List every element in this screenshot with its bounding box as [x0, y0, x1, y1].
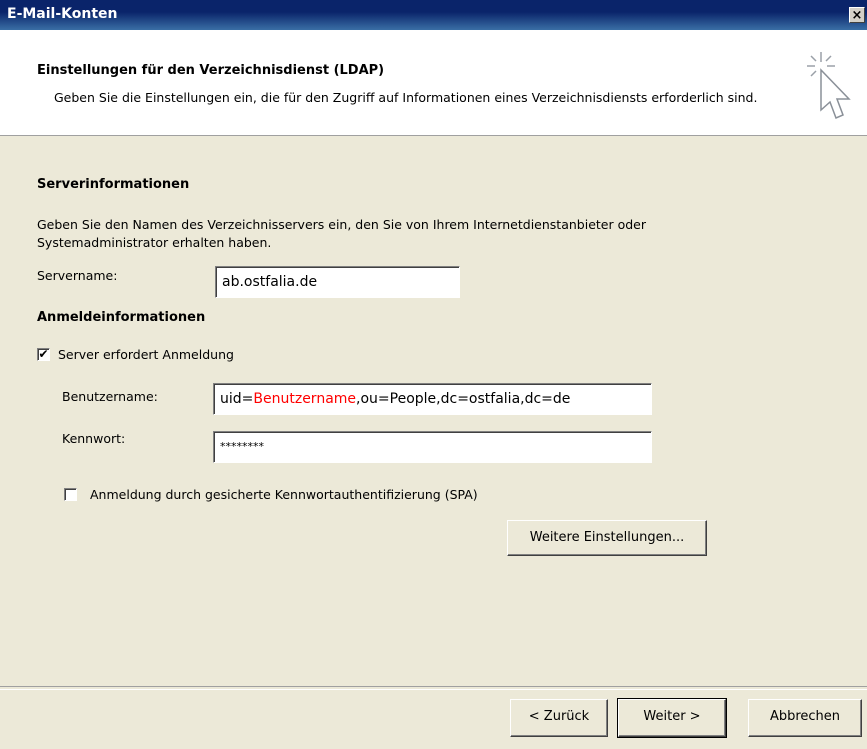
login-info-heading: Anmeldeinformationen [37, 310, 206, 325]
servername-label: Servername: [37, 268, 118, 283]
next-button[interactable]: Weiter > [617, 698, 727, 738]
password-label: Kennwort: [62, 431, 126, 446]
username-input[interactable]: uid=Benutzername,ou=People,dc=ostfalia,d… [213, 383, 652, 415]
server-info-description: Geben Sie den Namen des Verzeichnisserve… [37, 217, 647, 250]
close-button[interactable]: × [849, 7, 865, 23]
requires-login-checkbox[interactable]: ✔ [37, 348, 50, 361]
username-prefix: uid= [220, 391, 254, 407]
close-icon: × [851, 8, 863, 23]
username-highlight: Benutzername [253, 391, 357, 407]
back-button[interactable]: < Zurück [510, 699, 608, 737]
window-title: E-Mail-Konten [7, 6, 118, 22]
spa-label: Anmeldung durch gesicherte Kennwortauthe… [90, 487, 478, 502]
username-label: Benutzername: [62, 389, 158, 404]
footer-divider [0, 686, 867, 690]
cancel-button[interactable]: Abbrechen [748, 699, 862, 737]
dialog-header: Einstellungen für den Verzeichnisdienst … [0, 30, 867, 136]
header-title: Einstellungen für den Verzeichnisdienst … [37, 63, 385, 78]
requires-login-label: Server erfordert Anmeldung [58, 347, 234, 362]
cursor-sparkle-icon [807, 52, 851, 119]
spa-checkbox[interactable] [64, 488, 77, 501]
email-accounts-dialog: E-Mail-Konten × Einstellungen für den Ve… [0, 0, 867, 749]
server-info-heading: Serverinformationen [37, 177, 190, 192]
checkmark-icon: ✔ [38, 347, 49, 361]
more-settings-button[interactable]: Weitere Einstellungen... [507, 520, 707, 556]
servername-input[interactable]: ab.ostfalia.de [215, 266, 460, 298]
header-description: Geben Sie die Einstellungen ein, die für… [54, 90, 758, 105]
username-suffix: ,ou=People,dc=ostfalia,dc=de [356, 391, 571, 407]
title-bar[interactable]: E-Mail-Konten × [0, 0, 867, 30]
password-input[interactable]: ******** [213, 431, 652, 463]
